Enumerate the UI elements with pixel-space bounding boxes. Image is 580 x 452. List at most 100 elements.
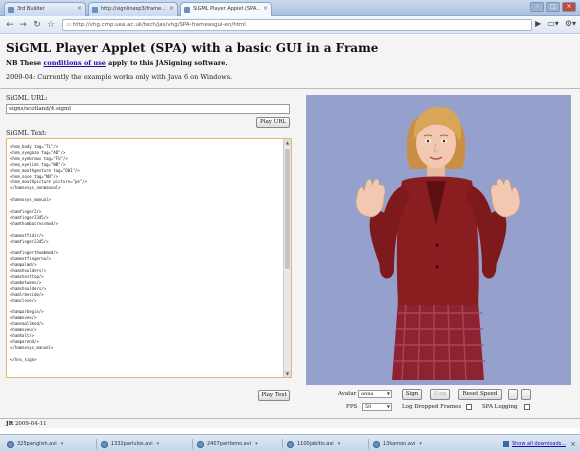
download-item[interactable]: 13kamon.avi ▾ [372,438,422,450]
close-shelf-icon[interactable]: × [570,438,576,450]
reload-icon[interactable]: ↻ [31,19,43,31]
sigml-code: <hnm_body tag="TL"/> <hnm_eyegaze tag="A… [10,144,88,362]
play-url-button[interactable]: Play URL [256,117,290,128]
separator [368,439,369,449]
media-file-icon [197,441,204,448]
footer-divider [0,418,580,419]
media-file-icon [287,441,294,448]
reset-speed-button[interactable]: Reset Speed [458,389,502,400]
tab-close-icon[interactable]: × [169,5,174,12]
download-item[interactable]: 325panglish.avi ▾ [6,438,63,450]
footer-date: JR 2009-04-11 [6,421,47,427]
show-all-downloads-link[interactable]: Show all downloads... [502,438,566,450]
sign-button[interactable]: Sign [402,389,422,400]
speed-down-button[interactable] [508,389,518,400]
page-content: SiGML Player Applet (SPA) with a basic G… [0,35,580,428]
forward-arrow-icon[interactable]: → [17,19,29,31]
go-arrow-icon[interactable]: ▶ [535,19,541,28]
stop-button[interactable]: Stop [430,389,450,400]
navigation-bar: ← → ↻ ☆ ▫ http://vhg.cmp.uea.ac.uk/tech/j… [0,16,580,34]
scroll-up-arrow-icon[interactable]: ▲ [284,139,291,146]
media-file-icon [7,441,14,448]
tab-title: 3rd Builder [17,6,45,12]
window-controls: – □ × [530,2,576,12]
show-all-text: Show all downloads... [511,441,566,447]
download-name: 13kamon.avi [383,441,416,447]
nb-notice: NB These conditions of use apply to this… [6,59,228,67]
tab-close-icon[interactable]: × [263,5,268,12]
media-file-icon [101,441,108,448]
avatar-figure [355,106,521,381]
tab-1[interactable]: 3rd Builder × [4,2,86,16]
divider [0,88,580,89]
tab-close-icon[interactable]: × [77,5,82,12]
tab-title: SiGML Player Applet (SPA... [193,6,261,12]
chevron-down-icon[interactable]: ▾ [419,441,422,447]
toolbar-right: ▶ ▭▾ ⚙▾ [535,19,576,28]
spa-logging-checkbox[interactable] [524,404,530,410]
back-arrow-icon[interactable]: ← [4,19,16,31]
sigml-text-area[interactable]: <hnm_body tag="TL"/> <hnm_eyegaze tag="A… [6,138,292,378]
footer-date-text: 2009-04-11 [14,421,47,427]
tab-3-active[interactable]: SiGML Player Applet (SPA... × [180,2,272,17]
download-name: 325panglish.avi [17,441,57,447]
page-favicon-icon [8,7,14,13]
nb-prefix: NB These [6,59,42,67]
separator [192,439,193,449]
address-text: http://vhg.cmp.uea.ac.uk/tech/jas/vhg/SP… [72,22,246,28]
chevron-down-icon[interactable]: ▾ [157,441,160,447]
page-menu-icon[interactable]: ▭▾ [547,19,559,28]
fps-label: FPS [346,404,358,410]
download-name: 1100jabitis.avi [297,441,334,447]
media-file-icon [373,441,380,448]
downloads-icon [502,441,509,447]
page-favicon-icon [184,7,190,13]
download-item[interactable]: 2407parifamo.avi ▾ [196,438,258,450]
avatar-label: Avatar [338,391,357,397]
chevron-down-icon[interactable]: ▾ [338,441,341,447]
download-name: 1332parlulos.avi [111,441,153,447]
tab-2[interactable]: http://signlinesp3/frame... × [88,2,178,16]
download-item[interactable]: 1100jabitis.avi ▾ [286,438,340,450]
tab-title: http://signlinesp3/frame... [101,6,166,12]
fps-select-value: 50 [365,404,372,410]
scroll-thumb[interactable] [285,149,290,269]
dropdown-arrow-icon: ▼ [386,391,390,396]
scroll-down-arrow-icon[interactable]: ▼ [284,370,291,377]
dropdown-arrow-icon: ▼ [386,404,390,409]
separator [282,439,283,449]
tab-strip: 3rd Builder × http://signlinesp3/frame..… [0,0,580,17]
player-controls: Avatar anna ▼ Sign Stop Reset Speed FPS … [306,387,571,417]
spa-logging-label: SPA Logging [482,404,518,410]
wrench-menu-icon[interactable]: ⚙▾ [565,19,576,28]
page-icon: ▫ [67,22,71,28]
avatar-select-value: anna [361,391,374,397]
separator [96,439,97,449]
avatar-viewport[interactable] [306,95,571,385]
sigml-text-label: SiGML Text: [6,129,47,137]
avatar-select[interactable]: anna ▼ [358,390,392,398]
bookmark-star-icon[interactable]: ☆ [45,19,57,31]
downloads-shelf: 325panglish.avi ▾ 1332parlulos.avi ▾ 2407p… [0,434,580,452]
java-note: 2009-04: Currently the example works onl… [6,73,233,81]
maximize-button[interactable]: □ [546,2,560,12]
speed-up-button[interactable] [521,389,531,400]
log-dropped-frames-checkbox[interactable] [466,404,472,410]
close-window-button[interactable]: × [562,2,576,12]
download-name: 2407parifamo.avi [207,441,252,447]
log-dropped-frames-label: Log Dropped Frames [402,404,462,410]
fps-select[interactable]: 50 ▼ [362,403,392,411]
chevron-down-icon[interactable]: ▾ [61,441,64,447]
minimize-button[interactable]: – [530,2,544,12]
page-favicon-icon [92,7,98,13]
address-bar[interactable]: ▫ http://vhg.cmp.uea.ac.uk/tech/jas/vhg/S… [62,19,532,31]
page-title: SiGML Player Applet (SPA) with a basic G… [6,41,379,55]
sigml-url-input[interactable]: signs/scotland/4.sigml [6,104,290,114]
chevron-down-icon[interactable]: ▾ [255,441,258,447]
conditions-of-use-link[interactable]: conditions of use [43,59,105,67]
nb-suffix: apply to this JASigning software. [108,59,228,67]
sigml-url-label: SiGML URL: [6,94,48,102]
text-scrollbar[interactable]: ▲ ▼ [283,139,291,377]
download-item[interactable]: 1332parlulos.avi ▾ [100,438,159,450]
play-text-button[interactable]: Play Text [258,390,290,401]
